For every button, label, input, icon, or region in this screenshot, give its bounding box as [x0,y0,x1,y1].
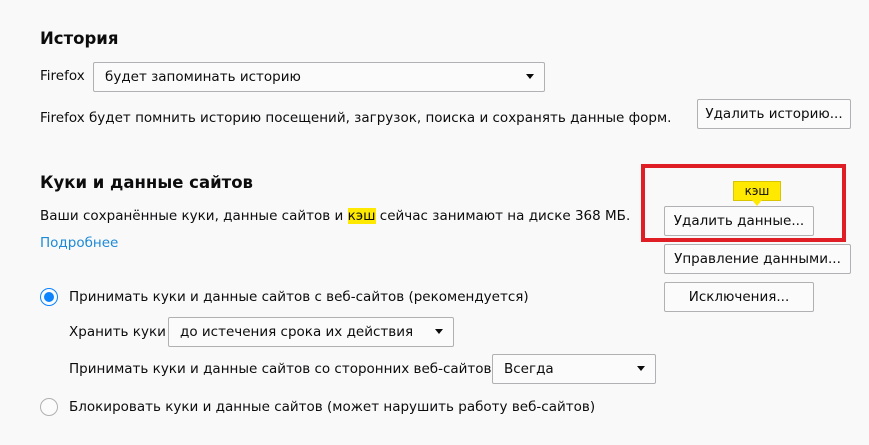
block-cookies-radio[interactable] [40,398,58,416]
third-party-value: Всегда [504,361,554,377]
learn-more-link[interactable]: Подробнее [40,234,118,252]
accept-cookies-radio[interactable] [40,288,58,306]
history-description: Firefox будет помнить историю посещений,… [40,110,672,126]
history-mode-value: будет запоминать историю [105,69,301,85]
keep-cookies-label: Хранить куки [69,324,166,340]
history-mode-select[interactable]: будет запоминать историю [93,62,545,92]
cookies-heading: Куки и данные сайтов [40,173,253,192]
clear-history-button[interactable]: Удалить историю... [697,99,851,129]
firefox-label: Firefox [40,68,85,84]
history-heading: История [40,29,119,48]
keep-cookies-value: до истечения срока их действия [180,324,414,340]
cookies-description-end: сейчас занимают на диске 368 МБ. [375,208,631,224]
dropdown-arrow-icon [526,74,534,79]
cache-tooltip: кэш [733,181,781,206]
annotation-highlight-box [641,164,846,242]
third-party-select[interactable]: Всегда [492,354,656,384]
dropdown-arrow-icon [435,329,443,334]
manage-data-button[interactable]: Управление данными... [664,244,851,274]
accept-cookies-label[interactable]: Принимать куки и данные сайтов с веб-сай… [69,288,529,306]
cookies-description-start: Ваши сохранённые куки, данные сайтов и [40,208,348,224]
block-cookies-label[interactable]: Блокировать куки и данные сайтов (может … [69,398,595,416]
dropdown-arrow-icon [637,366,645,371]
exceptions-button[interactable]: Исключения... [664,282,814,312]
third-party-label: Принимать куки и данные сайтов со сторон… [69,361,492,377]
cookies-description: Ваши сохранённые куки, данные сайтов и к… [40,207,630,225]
cache-highlight: кэш [347,208,376,224]
keep-cookies-select[interactable]: до истечения срока их действия [168,317,454,347]
